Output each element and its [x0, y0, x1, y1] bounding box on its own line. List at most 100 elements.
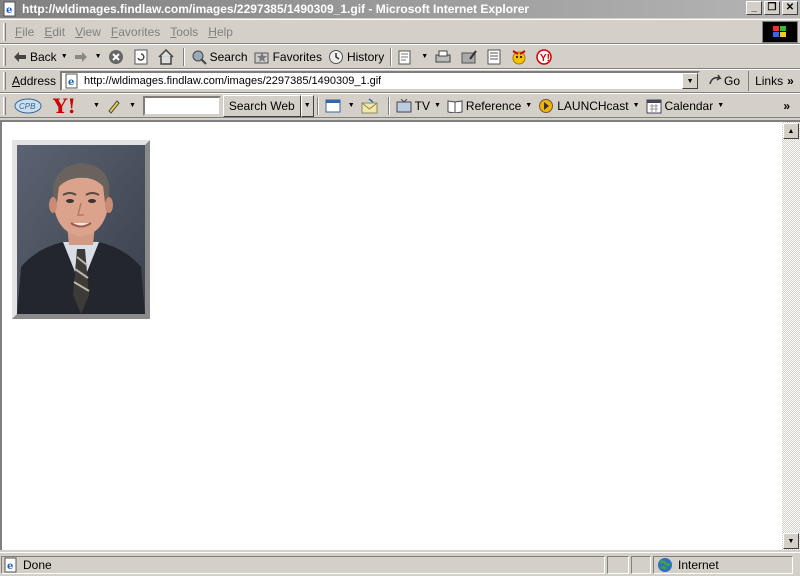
ie-page-icon: e — [65, 73, 78, 89]
toolbar-more-chevron-icon[interactable]: » — [783, 99, 790, 113]
tv-dropdown-icon[interactable]: ▼ — [434, 102, 441, 109]
menu-grip[interactable] — [3, 22, 6, 41]
yahoo-companion-logo-button[interactable]: CPB — [10, 95, 49, 117]
calendar-icon — [646, 99, 662, 113]
window-dropdown-icon[interactable]: ▼ — [348, 102, 355, 109]
menu-tools[interactable]: Tools — [165, 25, 203, 39]
yahoo-dropdown-icon[interactable]: ▼ — [93, 102, 100, 109]
svg-text:CPB: CPB — [19, 102, 36, 111]
search-button[interactable]: Search — [188, 46, 251, 68]
address-bar: Address e http://wldimages.findlaw.com/i… — [0, 69, 800, 93]
status-zone-text: Internet — [678, 557, 719, 572]
yahoo-envelope-button[interactable] — [358, 95, 385, 117]
links-button[interactable]: Links » — [748, 71, 794, 91]
launchcast-dropdown-icon[interactable]: ▼ — [633, 102, 640, 109]
yahoo-logo-icon: Y! — [52, 96, 76, 116]
menu-help[interactable]: Help — [203, 25, 238, 39]
menu-edit[interactable]: Edit — [39, 25, 70, 39]
portrait-photo — [17, 145, 145, 314]
close-button[interactable]: ✕ — [782, 1, 798, 15]
yahoo-mail-button[interactable]: ▼ — [322, 95, 358, 117]
minimize-button[interactable]: _ — [746, 1, 762, 15]
pencil-icon — [108, 99, 120, 114]
address-grip[interactable] — [3, 72, 6, 90]
history-label: History — [346, 49, 385, 64]
go-button[interactable]: Go — [700, 74, 744, 88]
toolbar-separator — [387, 96, 390, 115]
scroll-up-arrow-icon[interactable]: ▲ — [783, 123, 799, 139]
forward-dropdown-icon[interactable]: ▼ — [95, 53, 102, 60]
portrait-image — [12, 140, 150, 319]
forward-button[interactable]: ▼ — [71, 46, 105, 68]
go-label: Go — [724, 74, 741, 88]
history-clock-icon — [328, 49, 343, 64]
refresh-button[interactable] — [130, 46, 155, 68]
links-label: Links — [755, 74, 784, 88]
restore-button[interactable]: ❐ — [764, 1, 780, 15]
search-web-button[interactable]: Search Web — [222, 94, 301, 117]
ie-page-icon: e — [3, 1, 16, 17]
favorites-label: Favorites — [272, 49, 322, 64]
window-icon — [325, 99, 341, 112]
print-button[interactable] — [431, 46, 458, 68]
pencil-dropdown-icon[interactable]: ▼ — [129, 102, 136, 109]
edit-button[interactable] — [458, 46, 483, 68]
svg-text:e: e — [7, 561, 13, 572]
svg-text:e: e — [68, 77, 74, 88]
toolbar-separator — [182, 47, 185, 66]
mail-button[interactable]: ▼ — [395, 46, 431, 68]
reference-button[interactable]: Reference ▼ — [444, 95, 535, 117]
toolbar-separator — [316, 96, 319, 115]
vertical-scrollbar[interactable]: ▲ ▼ — [782, 120, 800, 550]
messenger-button[interactable] — [508, 46, 533, 68]
back-button[interactable]: Back ▼ — [10, 46, 71, 68]
favorites-button[interactable]: Favorites — [251, 46, 325, 68]
address-url[interactable]: http://wldimages.findlaw.com/images/2297… — [84, 75, 381, 87]
home-button[interactable] — [155, 46, 180, 68]
internet-globe-icon — [658, 557, 672, 572]
stop-button[interactable] — [105, 46, 130, 68]
yahoo-home-button[interactable]: Y! ▼ — [49, 95, 103, 117]
status-text: Done — [23, 557, 52, 572]
menu-file[interactable]: File — [10, 25, 39, 39]
yahoo-pen-button[interactable]: ▼ — [103, 95, 139, 117]
yahoo-grip[interactable] — [3, 96, 6, 115]
address-dropdown-icon[interactable]: ▼ — [682, 73, 699, 89]
yahoo-y-badge-icon: Y! — [536, 48, 552, 65]
status-zone-pane: Internet — [653, 555, 793, 574]
toolbar-separator — [390, 47, 393, 66]
launchcast-label: LAUNCHcast — [557, 98, 629, 113]
reference-dropdown-icon[interactable]: ▼ — [525, 102, 532, 109]
search-globe-icon — [192, 50, 207, 65]
forward-arrow-icon — [74, 51, 87, 62]
windows-logo-throbber — [762, 21, 798, 43]
window-title: http://wldimages.findlaw.com/images/2297… — [22, 2, 530, 16]
calendar-label: Calendar — [664, 98, 714, 113]
address-input[interactable]: e http://wldimages.findlaw.com/images/22… — [60, 71, 701, 91]
launchcast-button[interactable]: LAUNCHcast ▼ — [535, 95, 642, 117]
mail-dropdown-icon[interactable]: ▼ — [421, 53, 428, 60]
discuss-button[interactable] — [483, 46, 508, 68]
history-button[interactable]: History — [325, 46, 387, 68]
scroll-down-arrow-icon[interactable]: ▼ — [783, 533, 799, 549]
status-main-pane: e Done — [1, 555, 605, 574]
menu-favorites[interactable]: Favorites — [106, 25, 165, 39]
companion-logo-icon: CPB — [14, 98, 42, 113]
stop-icon — [108, 49, 123, 64]
back-dropdown-icon[interactable]: ▼ — [61, 53, 68, 60]
menu-bar: File Edit View Favorites Tools Help — [0, 19, 800, 44]
favorites-star-icon — [254, 51, 269, 63]
calendar-button[interactable]: Calendar ▼ — [643, 95, 728, 117]
yahoo-search-input[interactable] — [142, 95, 221, 116]
toolbar-grip[interactable] — [3, 47, 6, 66]
menu-view[interactable]: View — [70, 25, 106, 39]
tv-button[interactable]: TV ▼ — [393, 95, 444, 117]
tv-icon — [396, 98, 412, 112]
status-pane-progress — [607, 555, 629, 574]
launchcast-icon — [539, 98, 554, 113]
yahoo-companion-button[interactable]: Y! — [533, 46, 558, 68]
calendar-dropdown-icon[interactable]: ▼ — [717, 102, 724, 109]
search-web-dropdown-icon[interactable]: ▼ — [300, 94, 314, 117]
links-more-chevron-icon[interactable]: » — [787, 74, 794, 88]
address-label: Address — [12, 74, 57, 88]
